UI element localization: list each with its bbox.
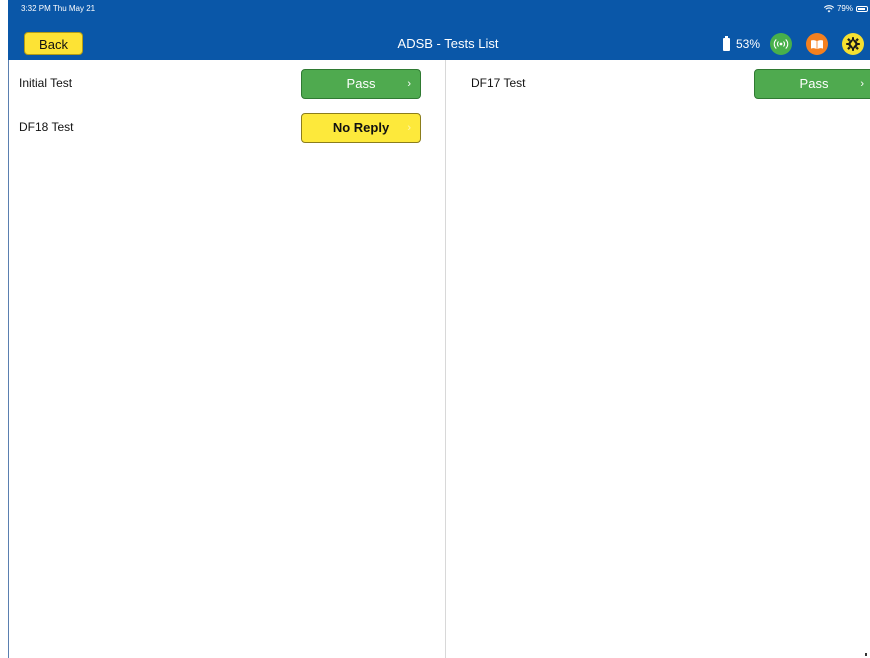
nav-right-group: 53% (722, 30, 870, 58)
status-bar: 3:32 PM Thu May 21 79% (8, 0, 870, 18)
test-result-button[interactable]: Pass › (301, 69, 421, 99)
book-icon (811, 39, 823, 49)
device-battery-label: 53% (735, 37, 760, 51)
chevron-right-icon: › (407, 78, 411, 90)
device-battery-icon (722, 35, 730, 51)
test-name: DF18 Test (19, 120, 74, 134)
battery-icon (856, 5, 868, 12)
test-result-label: No Reply (332, 120, 390, 135)
test-row-df18: DF18 Test No Reply › (19, 110, 423, 144)
test-result-label: Pass (346, 76, 376, 91)
back-button[interactable]: Back (24, 32, 83, 55)
page-title: ADSB - Tests List (397, 36, 499, 51)
chevron-right-icon: › (407, 122, 411, 134)
column-divider (445, 60, 446, 658)
status-time: 3:32 PM Thu May 21 (21, 4, 96, 13)
wifi-icon (823, 4, 834, 12)
test-row-df17: DF17 Test Pass › (471, 66, 870, 100)
test-row-initial: Initial Test Pass › (19, 66, 423, 100)
app-screen: 3:32 PM Thu May 21 79% Back ADSB - Tests… (0, 0, 870, 658)
test-result-button[interactable]: Pass › (754, 69, 870, 99)
signal-button[interactable] (770, 33, 792, 55)
settings-button[interactable] (842, 33, 864, 55)
test-result-button[interactable]: No Reply › (301, 113, 421, 143)
chevron-right-icon: › (860, 78, 864, 90)
status-battery-percent: 79% (836, 4, 853, 13)
test-result-label: Pass (799, 76, 829, 91)
tests-list: Initial Test Pass › DF18 Test No Reply ›… (8, 60, 870, 658)
signal-icon (773, 39, 789, 49)
test-name: DF17 Test (471, 76, 526, 90)
status-indicators: 79% (823, 4, 868, 13)
header-bar: 3:32 PM Thu May 21 79% Back ADSB - Tests… (8, 0, 870, 60)
device-battery: 53% (722, 35, 760, 51)
gear-icon (846, 37, 860, 51)
test-name: Initial Test (19, 76, 73, 90)
scroll-indicator (865, 653, 867, 656)
navigation-bar: Back ADSB - Tests List 53% (8, 27, 870, 60)
manual-button[interactable] (806, 33, 828, 55)
